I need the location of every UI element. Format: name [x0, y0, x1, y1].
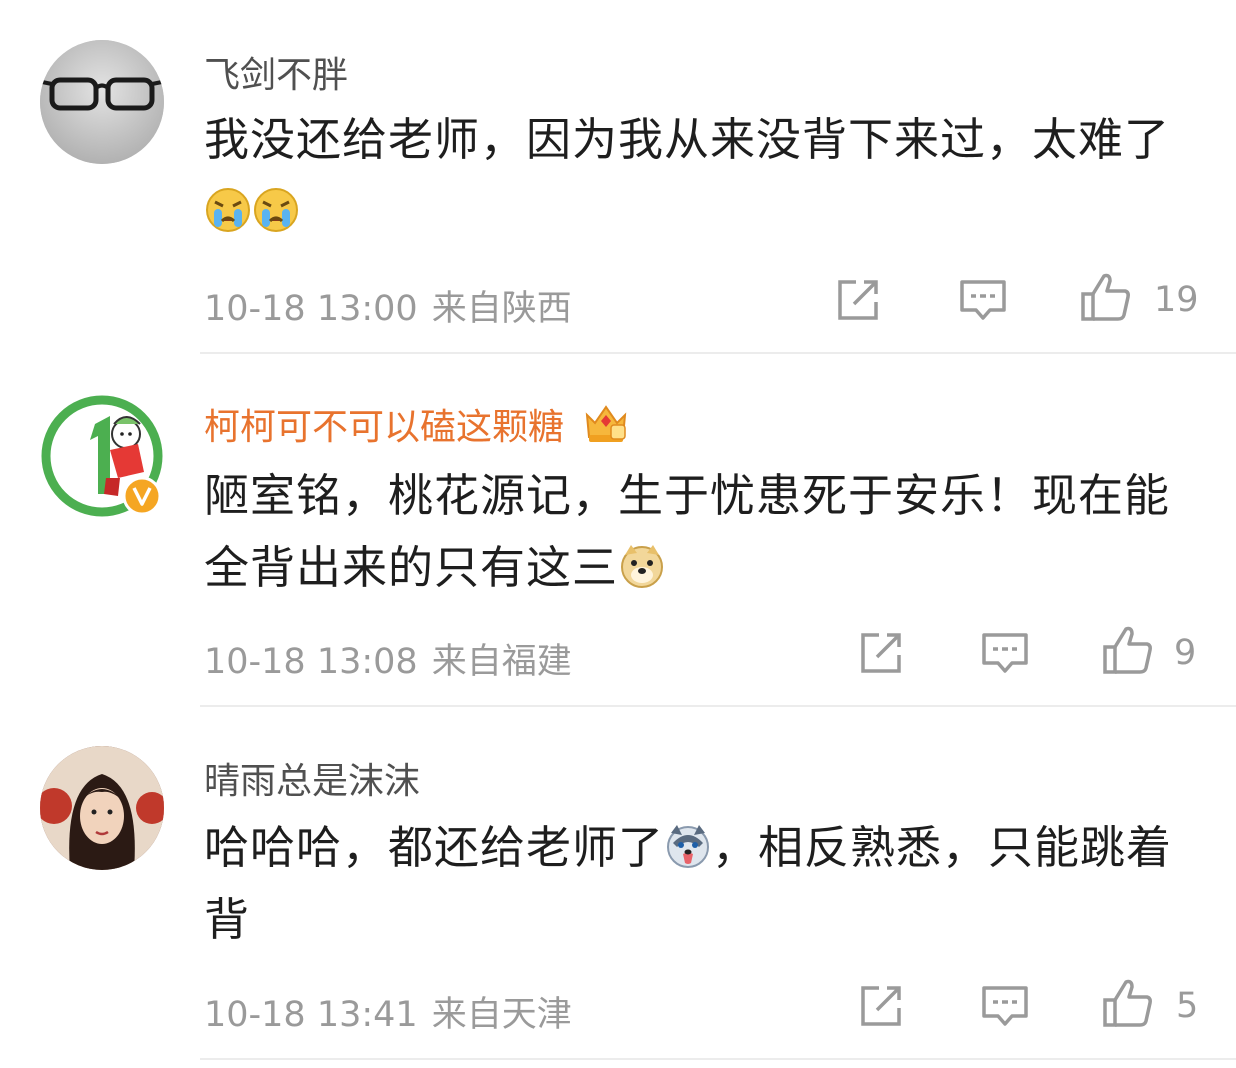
avatar[interactable] [40, 746, 164, 870]
comment-text: 陋室铭，桃花源记，生于忧患死于安乐！现在能全背出来的只有这三 [204, 469, 1171, 594]
glasses-avatar-image [40, 40, 164, 164]
comment-item: 飞剑不胖 我没还给老师，因为我从来没背下来过，太难了 10-18 13:00 来自… [0, 0, 1236, 355]
doge-emoji-icon [621, 545, 664, 588]
comment-meta: 10-18 13:00 来自陕西 [204, 280, 572, 331]
portrait-avatar-image [40, 746, 164, 870]
crying-emoji-icon [206, 188, 250, 232]
avatar[interactable] [40, 394, 164, 518]
avatar[interactable] [40, 40, 164, 164]
reply-icon[interactable] [980, 631, 1030, 675]
location: 来自陕西 [431, 289, 572, 329]
username[interactable]: 晴雨总是沫沫 [204, 752, 420, 804]
divider [200, 1058, 1236, 1060]
like-count: 9 [1174, 633, 1197, 673]
reply-icon[interactable] [980, 984, 1030, 1028]
location: 来自福建 [431, 642, 572, 682]
location: 来自天津 [431, 995, 572, 1035]
comment-text: 哈哈哈，都还给老师了 ，相反熟悉，只能跳着背 [204, 821, 1173, 946]
comment-meta: 10-18 13:08 来自福建 [204, 633, 572, 684]
divider [200, 352, 1236, 354]
like-count: 19 [1154, 280, 1199, 320]
like-icon[interactable] [1102, 625, 1154, 675]
divider [200, 705, 1236, 707]
share-icon[interactable] [857, 631, 905, 675]
timestamp: 10-18 13:00 [204, 289, 418, 329]
reply-icon[interactable] [958, 278, 1008, 322]
share-icon[interactable] [834, 278, 882, 322]
like-count: 5 [1176, 986, 1199, 1026]
timestamp: 10-18 13:41 [204, 995, 418, 1035]
crying-emoji-icon [254, 188, 298, 232]
like-icon[interactable] [1102, 978, 1154, 1028]
username[interactable]: 飞剑不胖 [204, 46, 348, 98]
timestamp: 10-18 13:08 [204, 642, 418, 682]
verified-badge-icon [122, 476, 162, 516]
like-icon[interactable] [1080, 272, 1132, 322]
share-icon[interactable] [857, 984, 905, 1028]
username[interactable]: 柯柯可不可以磕这颗糖 [204, 398, 629, 450]
husky-emoji-icon [667, 825, 710, 868]
crown-vip-icon [586, 405, 627, 442]
comment-text: 我没还给老师，因为我从来没背下来过，太难了 [204, 104, 1194, 248]
comment-meta: 10-18 13:41 来自天津 [204, 986, 572, 1037]
